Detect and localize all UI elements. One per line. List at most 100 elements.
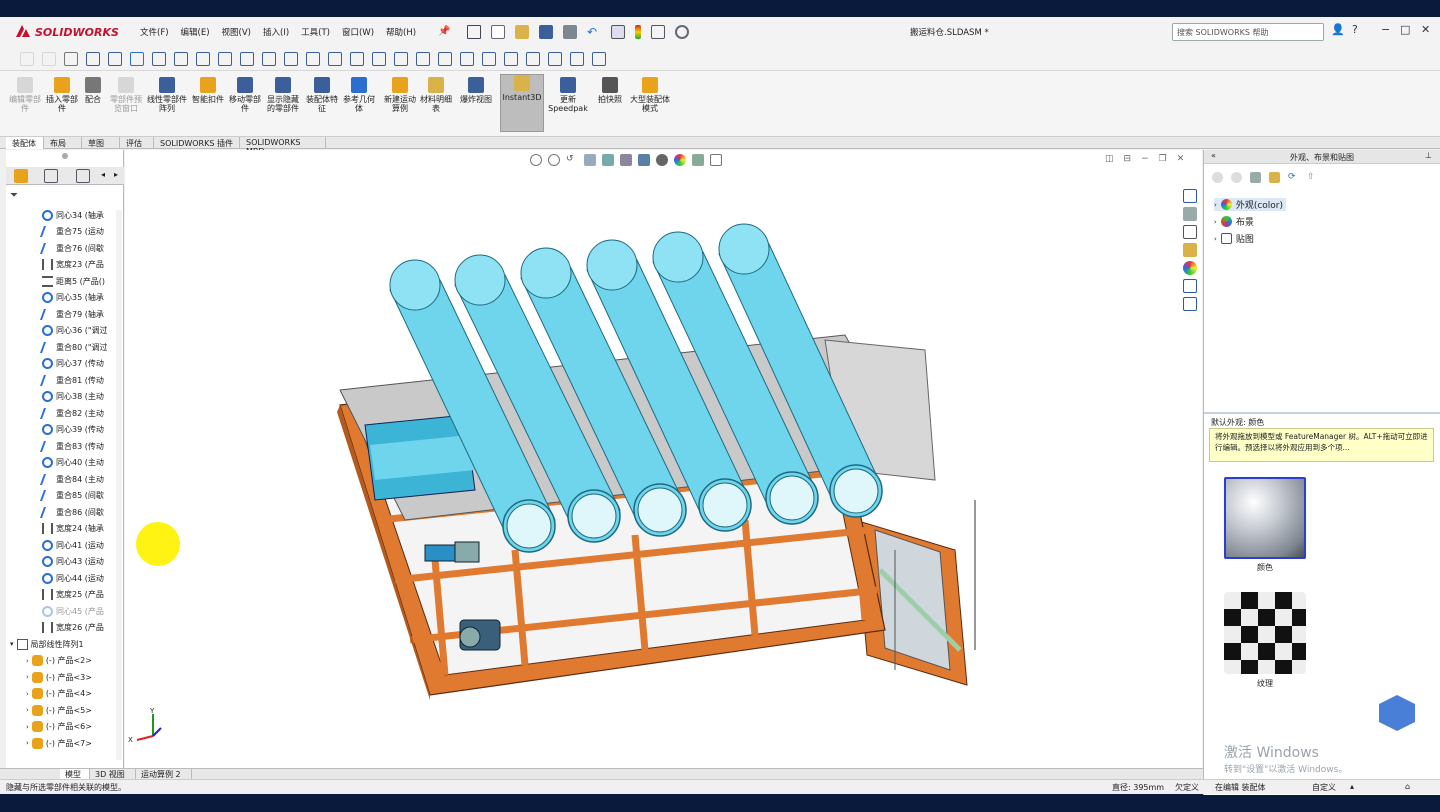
tree-mate-item[interactable]: ▾ 局部线性阵列1: [10, 636, 84, 652]
menu-item-1[interactable]: 编辑(E): [181, 26, 210, 38]
context-tool-icon-1[interactable]: [42, 52, 56, 66]
ribbon-button-4[interactable]: 线性零部件阵列: [145, 77, 189, 113]
tree-expand-icon[interactable]: ›: [26, 723, 29, 731]
tree-mate-item[interactable]: 同心40 (主动: [42, 455, 104, 471]
tab-scroll-left-icon[interactable]: ◂: [101, 170, 105, 179]
tree-expand-icon[interactable]: ›: [26, 657, 29, 665]
swatch-color[interactable]: [1224, 477, 1306, 559]
ribbon-button-3[interactable]: 零部件预览窗口: [110, 77, 142, 113]
context-tool-icon-7[interactable]: [174, 52, 188, 66]
context-tool-icon-3[interactable]: [86, 52, 100, 66]
context-tool-icon-15[interactable]: [350, 52, 364, 66]
ribbon-button-10[interactable]: 新建运动算例: [382, 77, 418, 113]
select-icon[interactable]: [611, 25, 625, 39]
tree-item-appearance[interactable]: › 外观(color): [1214, 198, 1286, 211]
tree-part-item[interactable]: › (-) 产品<3>: [26, 669, 92, 685]
file-properties-icon[interactable]: [651, 25, 665, 39]
tree-mate-item[interactable]: 重合82 (主动: [39, 405, 104, 421]
tree-scrollbar[interactable]: [116, 210, 122, 760]
ribbon-button-16[interactable]: 大型装配体模式: [630, 77, 670, 113]
help-icon[interactable]: ?: [1352, 23, 1358, 36]
tree-mate-item[interactable]: 同心36 ("调过: [42, 323, 108, 339]
menu-item-2[interactable]: 视图(V): [222, 26, 251, 38]
tree-item-decal[interactable]: › 贴图: [1214, 232, 1254, 245]
pane-splitter[interactable]: [1204, 412, 1440, 414]
context-tool-icon-17[interactable]: [394, 52, 408, 66]
context-tool-icon-16[interactable]: [372, 52, 386, 66]
ribbon-button-0[interactable]: 编辑零部件: [8, 77, 42, 113]
tree-mate-item[interactable]: 同心38 (主动: [42, 389, 104, 405]
status-help-icon[interactable]: ⌂: [1405, 782, 1410, 791]
context-tool-icon-25[interactable]: [570, 52, 584, 66]
task-pane-pin-icon[interactable]: ⊥: [1425, 151, 1432, 160]
tree-mate-item[interactable]: 同心43 (运动: [42, 554, 104, 570]
file-explorer-icon[interactable]: [1183, 225, 1197, 239]
ribbon-button-9[interactable]: 参考几何体: [342, 77, 376, 113]
context-tool-icon-6[interactable]: [152, 52, 166, 66]
ribbon-button-1[interactable]: 插入零部件: [45, 77, 79, 113]
ribbon-button-11[interactable]: 材料明细表: [420, 77, 452, 113]
context-tool-icon-24[interactable]: [548, 52, 562, 66]
tree-part-item[interactable]: › (-) 产品<5>: [26, 702, 92, 718]
appearances-icon[interactable]: [1183, 261, 1197, 275]
ribbon-button-13[interactable]: Instant3D: [500, 74, 544, 132]
context-tool-icon-2[interactable]: [64, 52, 78, 66]
tree-mate-item[interactable]: 重合79 (轴承: [39, 306, 104, 322]
command-tab-3[interactable]: 评估: [120, 137, 154, 149]
menu-item-3[interactable]: 插入(I): [263, 26, 289, 38]
command-tab-2[interactable]: 草图: [82, 137, 120, 149]
context-tool-icon-11[interactable]: [262, 52, 276, 66]
new-document-icon[interactable]: [491, 25, 505, 39]
tree-mate-item[interactable]: 同心37 (传动: [42, 356, 104, 372]
tree-mate-item[interactable]: 同心44 (运动: [42, 570, 104, 586]
tree-mate-item[interactable]: 同心34 (轴承: [42, 207, 104, 223]
tree-mate-item[interactable]: 重合84 (主动: [39, 471, 104, 487]
context-tool-icon-4[interactable]: [108, 52, 122, 66]
context-tool-icon-18[interactable]: [416, 52, 430, 66]
tree-part-item[interactable]: › (-) 产品<7>: [26, 735, 92, 751]
ribbon-button-7[interactable]: 显示隐藏的零部件: [266, 77, 300, 113]
undo-icon[interactable]: ↶: [587, 25, 601, 39]
command-tab-4[interactable]: SOLIDWORKS 插件: [154, 137, 240, 149]
tree-mate-item[interactable]: 重合75 (运动: [39, 224, 104, 240]
command-tab-1[interactable]: 布局: [44, 137, 82, 149]
custom-properties-icon[interactable]: [1183, 279, 1197, 293]
command-tab-5[interactable]: SOLIDWORKS MBD: [240, 137, 326, 156]
context-tool-icon-5[interactable]: [130, 52, 144, 66]
ribbon-button-12[interactable]: 爆炸视图: [458, 77, 494, 104]
tree-part-item[interactable]: › (-) 产品<4>: [26, 686, 92, 702]
tree-mate-item[interactable]: 宽度24 (轴承: [42, 521, 104, 537]
tree-mate-item[interactable]: 宽度25 (产品: [42, 587, 104, 603]
ribbon-button-2[interactable]: 配合: [82, 77, 104, 104]
context-tool-icon-13[interactable]: [306, 52, 320, 66]
user-icon[interactable]: 👤: [1331, 23, 1345, 36]
tree-mate-item[interactable]: 重合81 (传动: [39, 372, 104, 388]
options-gear-icon[interactable]: [675, 25, 689, 39]
tree-mate-item[interactable]: 重合83 (传动: [39, 438, 104, 454]
view-palette-icon[interactable]: [1183, 243, 1197, 257]
ribbon-button-15[interactable]: 拍快照: [594, 77, 626, 104]
up-level-icon[interactable]: ⇧: [1307, 172, 1318, 183]
status-custom-units[interactable]: 自定义: [1312, 782, 1336, 793]
open-icon[interactable]: [515, 25, 529, 39]
command-tab-0[interactable]: 装配体: [6, 137, 44, 149]
configuration-tab-icon[interactable]: [76, 169, 90, 183]
context-tool-icon-22[interactable]: [504, 52, 518, 66]
tree-part-item[interactable]: › (-) 产品<6>: [26, 719, 92, 735]
traffic-light-icon[interactable]: [635, 25, 641, 39]
tree-mate-item[interactable]: 同心35 (轴承: [42, 290, 104, 306]
minimize-button[interactable]: −: [1381, 23, 1390, 36]
tree-mate-item[interactable]: 同心41 (运动: [42, 537, 104, 553]
tree-mate-item[interactable]: 重合86 (间歇: [39, 504, 104, 520]
tree-mate-item[interactable]: 同心45 (产品: [42, 603, 104, 619]
tree-mate-item[interactable]: 宽度23 (产品: [42, 257, 104, 273]
pin-icon[interactable]: 📌: [438, 26, 450, 37]
tab-scroll-right-icon[interactable]: ▸: [114, 170, 118, 179]
ribbon-button-5[interactable]: 智能扣件: [192, 77, 224, 104]
home-icon[interactable]: [467, 25, 481, 39]
print-icon[interactable]: [563, 25, 577, 39]
swatch-texture[interactable]: [1224, 592, 1306, 674]
menu-item-6[interactable]: 帮助(H): [386, 26, 416, 38]
tree-mate-item[interactable]: 距离5 (产品(): [42, 273, 105, 289]
tree-item-scene[interactable]: › 布景: [1214, 215, 1254, 228]
